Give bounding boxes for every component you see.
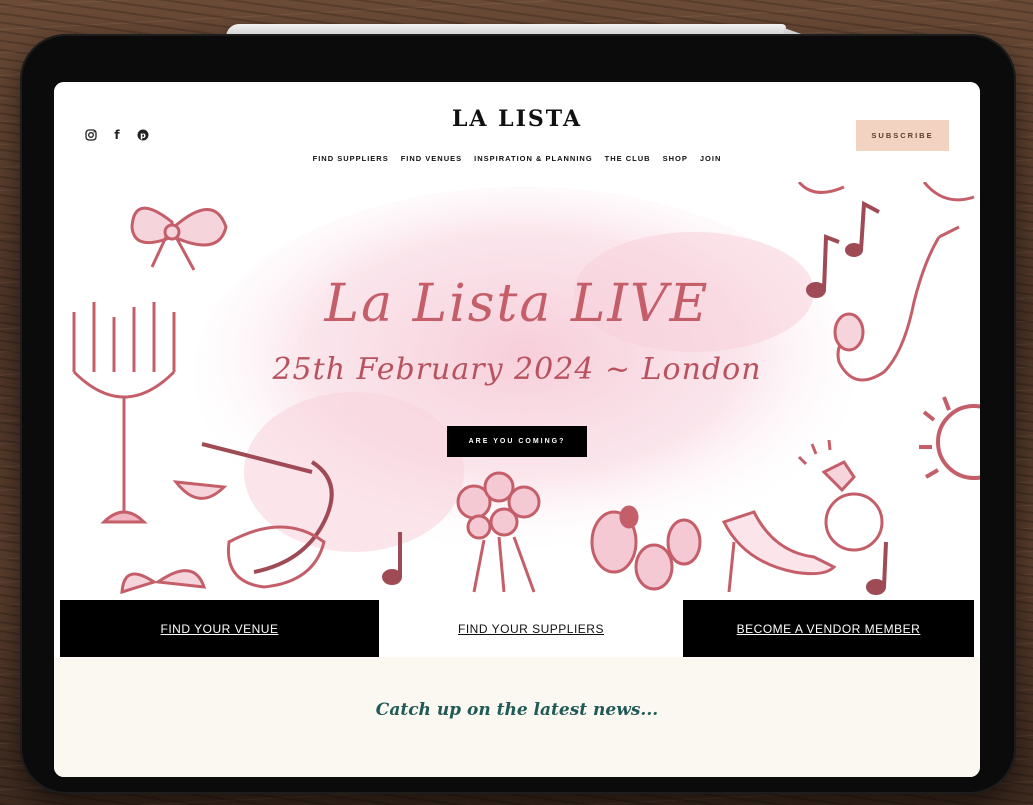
nav-find-venues[interactable]: FIND VENUES: [401, 154, 462, 163]
glass-icon: [797, 182, 975, 202]
quick-links-bar: FIND YOUR VENUE FIND YOUR SUPPLIERS BECO…: [54, 600, 980, 657]
nav-the-club[interactable]: THE CLUB: [605, 154, 651, 163]
nav-shop[interactable]: SHOP: [663, 154, 688, 163]
main-nav: FIND SUPPLIERS FIND VENUES INSPIRATION &…: [54, 154, 980, 163]
candelabra-icon: [72, 302, 176, 524]
are-you-coming-button[interactable]: ARE YOU COMING?: [447, 426, 587, 457]
subscribe-button[interactable]: SUBSCRIBE: [856, 120, 949, 151]
lemon-slice-icon: [172, 480, 228, 500]
sun-icon: [919, 396, 980, 480]
svg-text:p: p: [140, 131, 146, 140]
bow-icon: [130, 206, 228, 271]
high-heel-icon: [721, 510, 837, 593]
site-header: f p LA LISTA FIND SUPPLIERS FIND VENUES …: [54, 82, 980, 182]
find-venue-button[interactable]: FIND YOUR VENUE: [60, 600, 379, 657]
find-suppliers-button[interactable]: FIND YOUR SUPPLIERS: [379, 600, 683, 657]
hero-illustration: [72, 182, 980, 595]
site-logo[interactable]: LA LISTA: [54, 106, 980, 132]
event-date: 25th February 2024 ~ London: [272, 352, 762, 387]
event-title: La Lista LIVE: [324, 274, 710, 334]
tablet-screen: f p LA LISTA FIND SUPPLIERS FIND VENUES …: [54, 82, 980, 777]
vendor-member-button[interactable]: BECOME A VENDOR MEMBER: [683, 600, 974, 657]
nav-join[interactable]: JOIN: [700, 154, 722, 163]
hero-banner: La Lista LIVE 25th February 2024 ~ Londo…: [54, 182, 980, 600]
bow-bottom-icon: [120, 569, 207, 595]
nav-find-suppliers[interactable]: FIND SUPPLIERS: [313, 154, 389, 163]
nav-inspiration-planning[interactable]: INSPIRATION & PLANNING: [474, 154, 593, 163]
news-section: Catch up on the latest news...: [54, 657, 980, 777]
news-heading: Catch up on the latest news...: [375, 700, 659, 720]
